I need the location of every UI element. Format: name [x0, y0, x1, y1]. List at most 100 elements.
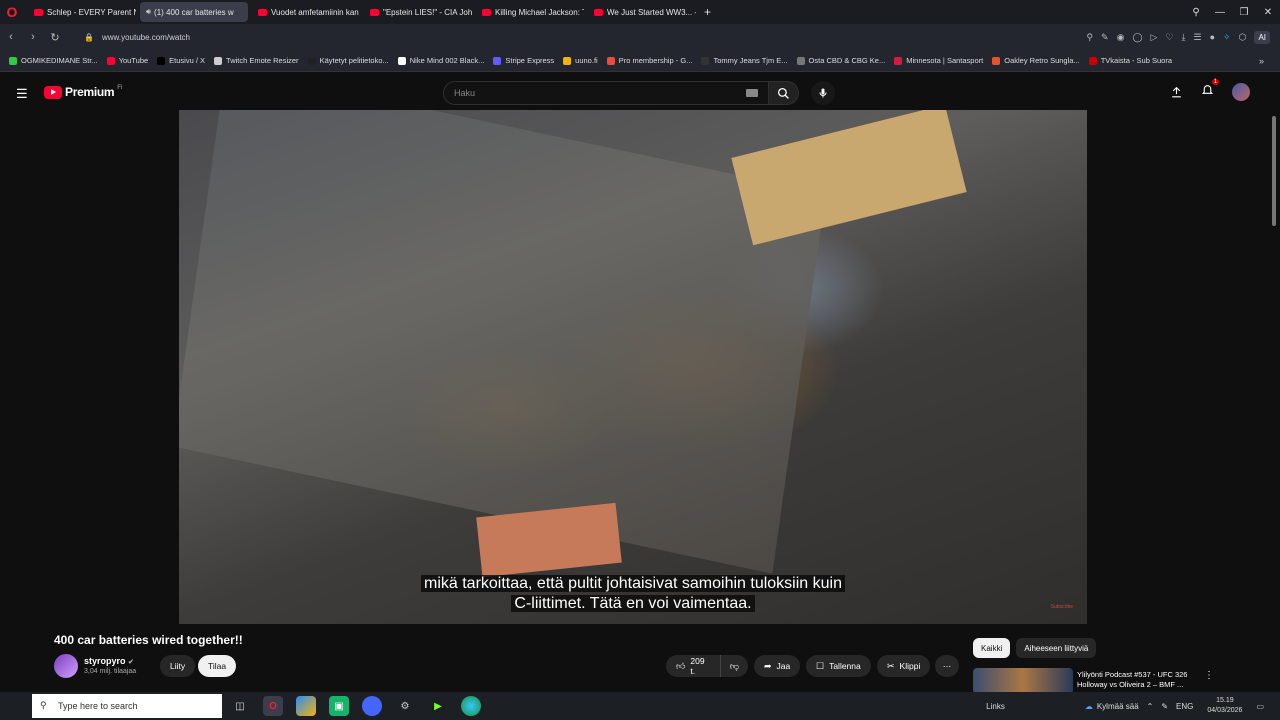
messenger-app-icon[interactable]: ▣ [329, 696, 349, 716]
window-controls: ⚲ — ❐ ✕ [1184, 0, 1280, 24]
voice-search-button[interactable] [811, 81, 835, 105]
language-indicator[interactable]: ENG [1176, 702, 1193, 711]
search-icon[interactable]: ⚲ [1184, 7, 1208, 18]
opera-taskbar-icon[interactable]: O [263, 696, 283, 716]
browser-tab[interactable]: Vuodet amfetamiinin kan [252, 2, 360, 22]
youtube-favicon-icon [482, 8, 491, 16]
task-view-icon[interactable]: ◫ [230, 696, 250, 716]
browser-tab[interactable]: Schlep - EVERY Parent Ne [28, 2, 136, 22]
edge-app-icon[interactable] [461, 696, 481, 716]
bookmark-item[interactable]: Käytetyt pelitietoko... [307, 56, 389, 65]
bookmark-favicon-icon [796, 56, 805, 65]
browser-tab[interactable]: "Epstein LIES!" - CIA John [364, 2, 472, 22]
opera-icon[interactable]: O [0, 0, 24, 24]
minimize-button[interactable]: — [1208, 7, 1232, 18]
share-icon: ➦ [764, 660, 772, 671]
back-button[interactable]: ‹ [0, 31, 22, 43]
maximize-button[interactable]: ❐ [1232, 7, 1256, 18]
bookmark-item[interactable]: uuno.fi [563, 56, 598, 65]
stocks-app-icon[interactable] [296, 696, 316, 716]
browser-tab[interactable]: 🔊︎ (1) 400 car batteries w [140, 2, 248, 22]
bookmark-item[interactable]: Minnesota | Santasport [894, 56, 983, 65]
menu-icon[interactable]: ☰ [1194, 32, 1202, 43]
browser-tab[interactable]: Killing Michael Jackson: T [476, 2, 584, 22]
cube-icon[interactable]: ⬡ [1239, 32, 1247, 43]
bookmark-item[interactable]: TVkaista - Sub Suora [1088, 56, 1172, 65]
channel-name[interactable]: styropyro ✔ [84, 656, 134, 666]
youtube-favicon-icon [34, 8, 43, 16]
bookmark-item[interactable]: Pro membership - G... [606, 56, 693, 65]
share-button[interactable]: ➦ Jaa [754, 655, 801, 677]
heart-icon[interactable]: ♡ [1165, 32, 1173, 43]
extension-icon[interactable]: ✧ [1223, 32, 1231, 43]
new-tab-button[interactable]: + [704, 5, 711, 19]
bookmark-favicon-icon [992, 56, 1001, 65]
browser-tab[interactable]: We Just Started WW3... - Y [588, 2, 696, 22]
bookmark-item[interactable]: OGMIKEDIMANE Str... [9, 56, 98, 65]
page-scrollbar[interactable] [1272, 116, 1276, 226]
bookmark-item[interactable]: Tommy Jeans Tjm E... [701, 56, 788, 65]
keyboard-icon[interactable] [746, 89, 758, 97]
bookmark-favicon-icon [157, 56, 166, 65]
bookmarks-more-icon[interactable]: » [1259, 56, 1264, 66]
chat-app-icon[interactable] [362, 696, 382, 716]
clip-button[interactable]: ✂ Klippi [877, 655, 931, 677]
dislike-button[interactable]: 👎︎ [720, 655, 748, 677]
upload-icon[interactable] [1170, 86, 1183, 99]
video-player[interactable]: mikä tarkoittaa, että pultit johtaisivat… [179, 110, 1087, 624]
weather-text[interactable]: Kylmää sää [1097, 702, 1139, 711]
bell-icon [1201, 85, 1214, 94]
clock[interactable]: 15.19 04/03/2026 [1207, 696, 1242, 716]
bookmark-item[interactable]: Etusivu / X [157, 56, 205, 65]
subscribe-button[interactable]: Tilaa [198, 655, 237, 677]
bookmark-label: YouTube [118, 56, 149, 65]
share-label: Jaa [776, 661, 791, 671]
camera-icon[interactable]: ◉ [1117, 32, 1125, 43]
channel-avatar[interactable] [54, 654, 78, 678]
player-icon[interactable]: ▷ [1151, 32, 1158, 43]
browser-tab-bar: O Schlep - EVERY Parent Ne 🔊︎ (1) 400 car … [0, 0, 1280, 24]
tab-label: Vuodet amfetamiinin kan [271, 7, 359, 17]
search-input[interactable] [454, 88, 734, 98]
settings-app-icon[interactable]: ⚙ [395, 696, 415, 716]
search-button[interactable] [769, 81, 799, 105]
download-icon[interactable]: ⤓ [1182, 32, 1186, 43]
save-button[interactable]: ☐ Tallenna [806, 655, 871, 677]
pen-icon[interactable]: ✎ [1161, 702, 1168, 711]
account-icon[interactable]: ● [1210, 32, 1215, 42]
account-avatar[interactable] [1232, 83, 1250, 101]
bookmark-item[interactable]: Oakley Retro Sungla... [992, 56, 1080, 65]
more-actions-button[interactable]: ⋯ [935, 655, 959, 677]
bookmark-item[interactable]: Stripe Express [493, 56, 554, 65]
zoom-icon[interactable]: ⚲ [1086, 32, 1093, 43]
edit-icon[interactable]: ✎ [1101, 32, 1109, 43]
notification-center-icon[interactable]: ▭ [1256, 702, 1264, 711]
game-app-icon[interactable]: ▶ [428, 696, 448, 716]
shield-icon[interactable]: ◯ [1132, 32, 1142, 43]
bookmark-item[interactable]: Nike Mind 002 Black... [397, 56, 484, 65]
ai-button[interactable]: AI [1254, 30, 1270, 44]
bookmark-item[interactable]: Osta CBD & CBG Ke... [796, 56, 885, 65]
weather-icon[interactable]: ☁ [1085, 702, 1093, 711]
bookmark-item[interactable]: YouTube [106, 56, 149, 65]
url-field[interactable]: 🔒 www.youtube.com/watch [84, 33, 190, 42]
subscribe-watermark[interactable]: Subscribe [1051, 604, 1073, 610]
menu-button[interactable]: ☰ [16, 86, 28, 102]
bookmark-item[interactable]: Twitch Emote Resizer [214, 56, 299, 65]
taskbar-search[interactable]: ⚲ Type here to search [32, 694, 222, 718]
chip-related[interactable]: Aiheeseen liittyviä [1016, 638, 1097, 658]
recommended-title[interactable]: Ylilyönti Podcast #537 - UFC 326 Hollowa… [1077, 670, 1197, 690]
reload-button[interactable]: ↻ [44, 31, 66, 44]
join-button[interactable]: Liity [160, 655, 196, 677]
close-button[interactable]: ✕ [1256, 7, 1280, 18]
recommended-more-icon[interactable]: ⋮ [1204, 670, 1214, 681]
tray-chevron-icon[interactable]: ⌃ [1147, 702, 1154, 711]
chip-all[interactable]: Kaikki [973, 638, 1011, 658]
notifications-button[interactable]: 1 [1201, 79, 1219, 101]
recommended-thumbnail[interactable] [973, 668, 1073, 694]
links-toolbar[interactable]: Links [986, 702, 1005, 711]
youtube-premium-logo[interactable]: Premium FI [44, 85, 123, 99]
forward-button[interactable]: › [22, 31, 44, 43]
like-button[interactable]: 👍︎ 209 t. [666, 655, 720, 677]
bookmark-label: Pro membership - G... [618, 56, 693, 65]
